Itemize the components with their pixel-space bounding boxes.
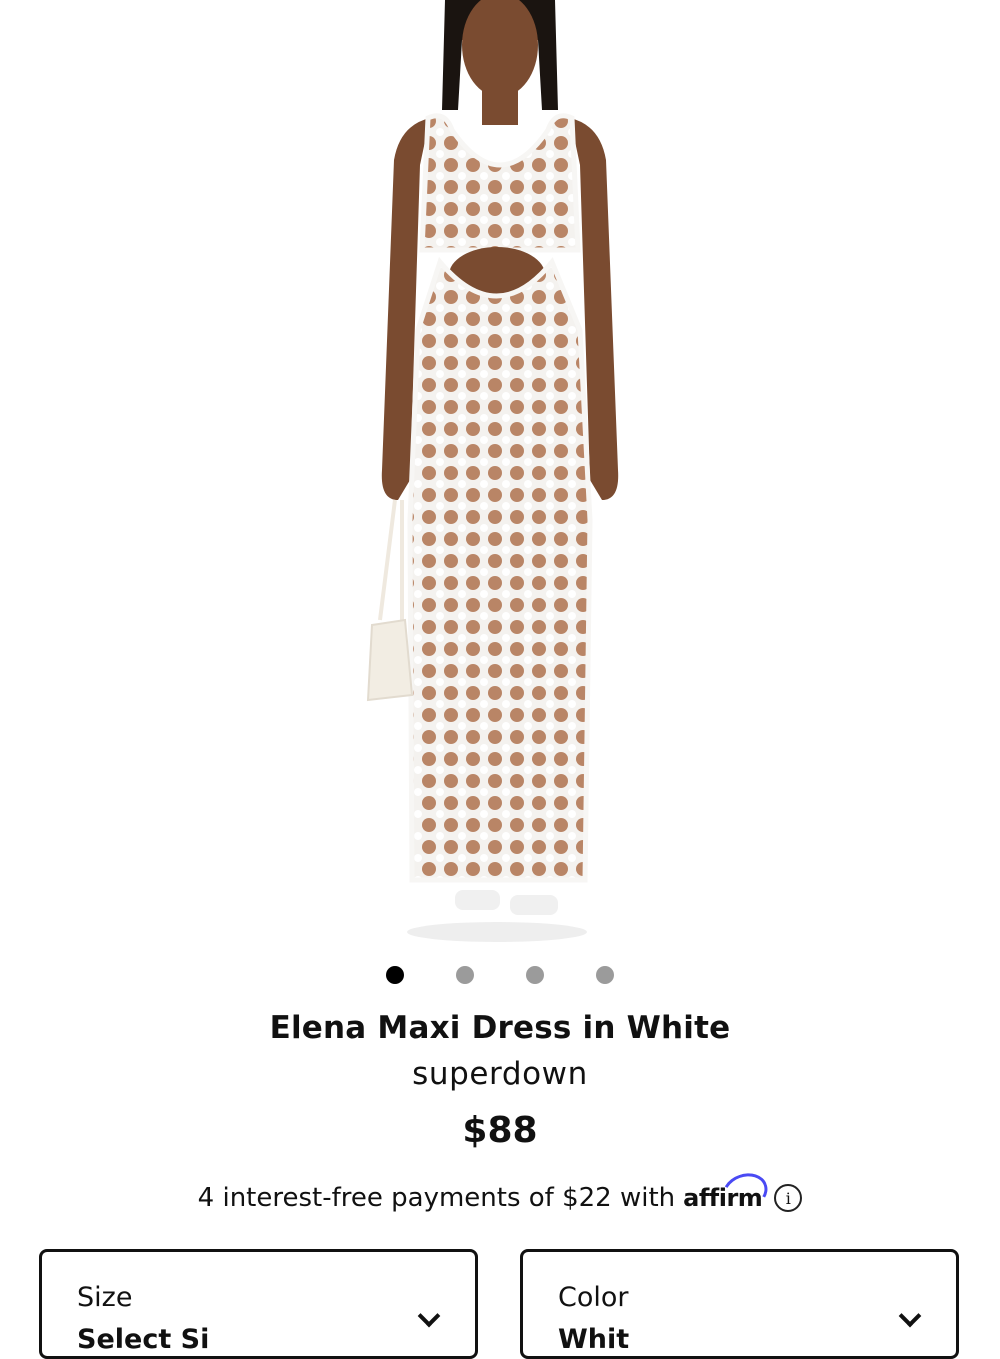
carousel-dot-4[interactable] xyxy=(596,966,614,984)
affirm-logo: affirm xyxy=(683,1167,774,1217)
product-price: $88 xyxy=(462,1110,538,1151)
color-label: Color xyxy=(558,1282,629,1313)
product-brand[interactable]: superdown xyxy=(0,1056,1000,1092)
size-value: Select Si xyxy=(77,1324,210,1355)
carousel-dot-1[interactable] xyxy=(386,966,404,984)
chevron-down-icon xyxy=(898,1304,922,1328)
financing-text: 4 interest-free payments of $22 with xyxy=(197,1183,676,1213)
carousel-dots xyxy=(0,966,1000,984)
financing-info: 4 interest-free payments of $22 with aff… xyxy=(0,1167,1000,1217)
chevron-down-icon xyxy=(417,1304,441,1328)
carousel-dot-2[interactable] xyxy=(456,966,474,984)
carousel-dot-3[interactable] xyxy=(526,966,544,984)
product-title: Elena Maxi Dress in White xyxy=(269,1010,731,1046)
color-select[interactable]: Color Whit xyxy=(520,1249,959,1359)
size-select[interactable]: Size Select Si xyxy=(39,1249,478,1359)
info-icon-symbol: i xyxy=(785,1188,791,1208)
info-icon[interactable]: i xyxy=(774,1184,803,1212)
size-label: Size xyxy=(77,1282,133,1313)
product-photo xyxy=(366,0,619,942)
product-image[interactable] xyxy=(0,0,1000,945)
color-value: Whit xyxy=(558,1324,630,1355)
